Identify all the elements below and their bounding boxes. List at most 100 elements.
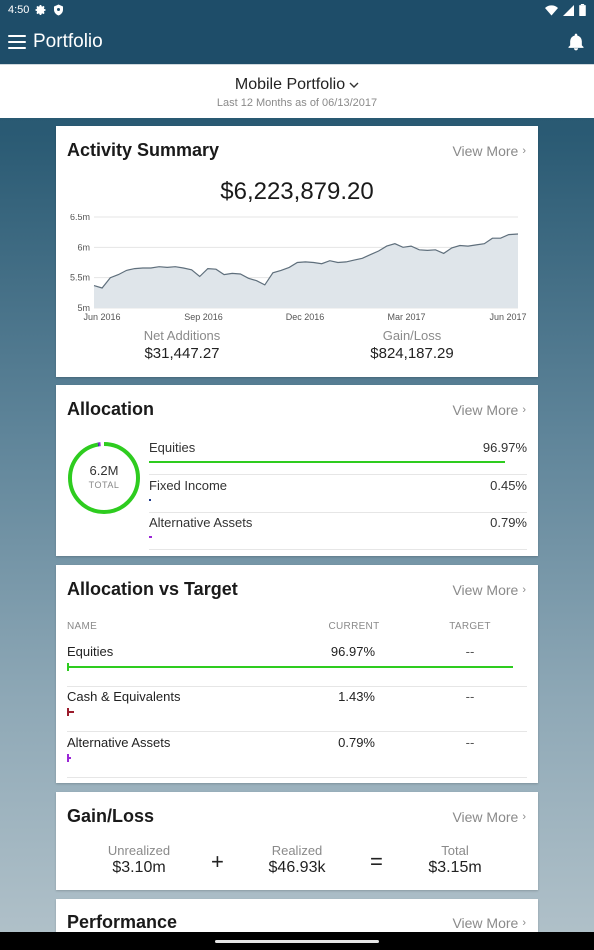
current-pct: 1.43% [338,689,375,704]
column-header-name: NAME [67,621,98,632]
view-more-label: View More [452,915,519,931]
allocation-title: Allocation [67,399,155,419]
allocation-bar [149,536,152,538]
table-row[interactable]: Alternative Assets 0.79% -- [67,732,527,778]
chart-x-tick-label: Jun 2016 [83,312,120,322]
activity-summary-title: Activity Summary [67,140,220,160]
allocation-view-more-link[interactable]: View More › [452,402,526,418]
equals-sign: = [370,849,383,874]
chart-y-tick-label: 6m [77,242,90,252]
unrealized-label: Unrealized [107,843,171,858]
table-row[interactable]: Cash & Equivalents 1.43% -- [67,686,527,732]
chart-y-tick-label: 6.5m [70,214,90,222]
view-more-label: View More [452,143,519,159]
wifi-icon [545,4,558,15]
shield-icon [54,4,64,16]
gain-loss-view-more-link[interactable]: View More › [452,809,526,825]
allocation-row-name: Fixed Income [149,478,228,493]
plus-sign: + [211,849,224,874]
allocation-row-pct: 96.97% [482,440,527,455]
allocation-row-alternative-assets[interactable]: Alternative Assets 0.79% [149,512,527,550]
status-bar: 4:50 [0,0,594,20]
column-header-current: CURRENT [328,621,380,632]
total-value: $3.15m [428,859,482,876]
status-time: 4:50 [8,4,30,16]
view-more-label: View More [452,402,519,418]
donut-total-label: TOTAL [88,480,120,490]
donut-total-value: 6.2M [89,463,119,478]
allocation-bar [67,666,514,668]
realized-stat: Realized $46.93k [252,843,342,877]
signal-icon [563,4,574,16]
allocation-card: Allocation View More › 6.2M TOTAL Equiti… [56,385,538,556]
notification-bell-icon[interactable] [566,31,586,53]
realized-value: $46.93k [268,859,326,876]
gain-loss-card: Gain/Loss View More › Unrealized $3.10m … [56,792,538,890]
asset-class-name: Alternative Assets [67,735,171,750]
allocation-row-equities[interactable]: Equities 96.97% [149,437,527,475]
activity-chart: 6.5m6m5.5m5mJun 2016 Sep 2016 Dec 2016 Mar … [70,214,527,322]
allocation-bar [149,499,151,501]
activity-view-more-link[interactable]: View More › [452,143,526,159]
chevron-right-icon: › [522,584,526,596]
allocation-vs-target-card: Allocation vs Target View More › NAME CU… [56,565,538,783]
gain-loss-title: Gain/Loss [67,806,155,826]
current-pct: 96.97% [330,644,375,659]
battery-icon [579,4,586,16]
performance-title: Performance [67,912,178,932]
allocation-bar [67,711,74,713]
chart-x-tick-label: Dec 2016 [286,312,325,322]
total-stat: Total $3.15m [410,843,500,877]
total-label: Total [441,843,469,858]
realized-label: Realized [271,843,323,858]
portfolio-total-value: $6,223,879.20 [220,178,374,205]
current-pct: 0.79% [338,735,375,750]
asset-class-name: Cash & Equivalents [67,689,181,704]
asset-class-name: Equities [67,644,114,659]
chevron-down-icon [349,82,359,88]
menu-icon[interactable] [8,35,26,49]
chart-x-tick-label: Sep 2016 [184,312,223,322]
table-row[interactable]: Equities 96.97% -- [67,641,527,687]
allocation-bar [149,461,505,463]
net-additions-label: Net Additions [143,328,221,343]
unrealized-value: $3.10m [112,859,166,876]
net-additions-value: $31,447.27 [144,345,220,362]
donut-center: 6.2M TOTAL [66,463,142,490]
gain-loss-stat: Gain/Loss $824,187.29 [322,328,502,362]
portfolio-selector[interactable]: Mobile Portfolio [235,76,359,94]
gain-loss-value: $824,187.29 [370,345,454,362]
allocation-bar [67,757,71,759]
allocation-row-name: Alternative Assets [149,515,253,530]
portfolio-name: Mobile Portfolio [234,76,346,93]
chart-x-tick-label: Jun 2017 [489,312,526,322]
chart-area-fill [94,234,518,308]
system-navigation-bar [0,932,594,950]
app-title: Portfolio [33,31,103,52]
home-gesture-handle[interactable] [215,940,379,943]
chevron-right-icon: › [522,811,526,823]
activity-summary-card: Activity Summary View More › $6,223,879.… [56,126,538,377]
app-bar: Portfolio [0,20,594,64]
gain-loss-label: Gain/Loss [382,328,442,343]
unrealized-stat: Unrealized $3.10m [94,843,184,877]
column-header-target: TARGET [449,621,491,632]
view-more-label: View More [452,809,519,825]
allocation-row-fixed-income[interactable]: Fixed Income 0.45% [149,475,527,513]
chart-x-tick-label: Mar 2017 [387,312,425,322]
allocation-vs-target-title: Allocation vs Target [67,579,238,599]
allocation-vs-target-view-more-link[interactable]: View More › [452,582,526,598]
target-pct: -- [465,735,475,750]
target-pct: -- [465,644,475,659]
net-additions-stat: Net Additions $31,447.27 [92,328,272,362]
view-more-label: View More [452,582,519,598]
performance-view-more-link[interactable]: View More › [452,915,526,931]
portfolio-header: Mobile Portfolio Last 12 Months as of 06… [0,64,594,118]
allocation-row-name: Equities [149,440,196,455]
allocation-row-pct: 0.45% [490,478,527,493]
target-pct: -- [465,689,475,704]
chevron-right-icon: › [522,404,526,416]
chart-y-tick-label: 5.5m [70,273,90,283]
allocation-row-pct: 0.79% [490,515,527,530]
settings-icon [35,5,46,16]
